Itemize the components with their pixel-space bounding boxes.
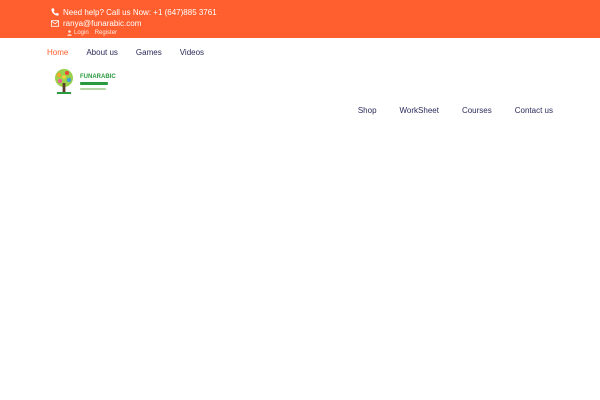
logo-tagline-bar — [80, 82, 108, 85]
nav-item-worksheet[interactable]: WorkSheet — [400, 106, 439, 115]
envelope-icon — [50, 18, 60, 28]
user-icon — [66, 30, 72, 36]
email-row[interactable]: ranya@funarabic.com — [50, 18, 141, 28]
logo-wordmark: FUNARABIC — [80, 74, 116, 80]
email-link[interactable]: ranya@funarabic.com — [63, 19, 141, 28]
help-phone-text: Need help? Call us Now: +1 (647)885 3761 — [63, 7, 217, 17]
top-bar: Need help? Call us Now: +1 (647)885 3761… — [0, 0, 600, 38]
help-phone-row: Need help? Call us Now: +1 (647)885 3761 — [50, 7, 217, 17]
phone-icon — [50, 7, 60, 17]
logo-subtagline-bar — [80, 88, 106, 90]
site-logo[interactable]: FUNARABIC — [50, 68, 116, 96]
primary-nav: Home About us Games Videos — [47, 48, 222, 57]
nav-item-shop[interactable]: Shop — [358, 106, 377, 115]
login-link[interactable]: Login — [74, 30, 89, 36]
auth-links: Login Register — [66, 30, 123, 36]
nav-item-courses[interactable]: Courses — [462, 106, 492, 115]
nav-item-videos[interactable]: Videos — [180, 48, 204, 57]
nav-item-home[interactable]: Home — [47, 48, 68, 57]
nav-item-contact-us[interactable]: Contact us — [515, 106, 553, 115]
tree-logo-icon — [55, 69, 73, 94]
nav-item-games[interactable]: Games — [136, 48, 162, 57]
register-link[interactable]: Register — [95, 30, 117, 36]
nav-item-about-us[interactable]: About us — [86, 48, 118, 57]
secondary-nav: Shop WorkSheet Courses Contact us — [335, 106, 553, 115]
